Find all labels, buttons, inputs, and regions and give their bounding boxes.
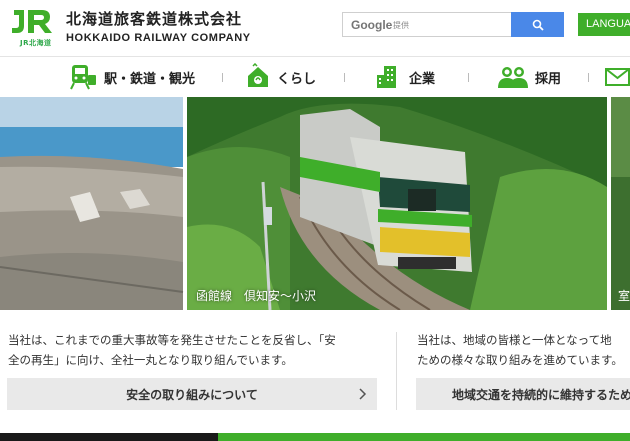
search-input[interactable]: Google 提供 <box>342 12 512 37</box>
company-name-en: HOKKAIDO RAILWAY COMPANY <box>66 32 251 44</box>
language-button[interactable]: LANGUAGE <box>578 13 630 36</box>
button-label: 安全の取り組みについて <box>126 387 258 402</box>
regional-card: 当社は、地域の皆様と一体となって地 ための様々な取り組みを進めています。 <box>417 330 623 370</box>
nav-item-living[interactable]: くらし <box>245 57 316 97</box>
logo-subtext: JR北海道 <box>20 39 52 47</box>
jr-hokkaido-logo[interactable]: JR北海道 <box>10 6 60 47</box>
company-name-ja: 北海道旅客鉄道株式会社 <box>66 10 243 28</box>
global-nav: 駅・鉄道・観光 くらし 企業 採用 <box>0 56 630 96</box>
nav-item-recruit[interactable]: 採用 <box>497 57 561 97</box>
card-divider <box>396 332 397 410</box>
home-icon <box>248 63 268 87</box>
nav-divider <box>344 73 345 82</box>
hero-caption: 函館線 倶知安～小沢 <box>196 289 317 303</box>
nav-divider <box>222 73 223 82</box>
search-button[interactable] <box>511 12 564 37</box>
jr-logo-mark <box>12 10 52 33</box>
nav-item-station-railway-tourism[interactable]: 駅・鉄道・観光 <box>68 57 195 97</box>
search-icon <box>532 19 544 31</box>
company-name[interactable]: 北海道旅客鉄道株式会社 HOKKAIDO RAILWAY COMPANY <box>66 8 251 44</box>
card-text-line: 当社は、地域の皆様と一体となって地 <box>417 333 612 347</box>
nav-label: 駅・鉄道・観光 <box>104 71 196 87</box>
card-text-line: ための様々な取り組みを進めています。 <box>417 353 623 367</box>
mail-icon <box>605 68 630 86</box>
regional-transport-button[interactable]: 地域交通を持続的に維持するため <box>416 378 630 410</box>
safety-initiatives-button[interactable]: 安全の取り組みについて <box>7 378 377 410</box>
site-search: Google 提供 <box>342 12 564 37</box>
people-icon <box>498 67 528 88</box>
card-text-line: 全の再生」に向け、全社一丸となり取り組んでいます。 <box>8 353 293 367</box>
button-label: 地域交通を持続的に維持するため <box>452 387 630 402</box>
nav-label: 企業 <box>409 71 436 87</box>
site-header: JR北海道 北海道旅客鉄道株式会社 HOKKAIDO RAILWAY COMPA… <box>0 0 630 56</box>
building-icon <box>377 66 396 88</box>
nav-divider <box>468 73 469 82</box>
nav-label: くらし <box>277 71 317 87</box>
train-slide-image <box>187 97 607 310</box>
nav-label: 採用 <box>535 71 562 87</box>
search-provided-label: 提供 <box>393 21 409 30</box>
hero-image <box>0 97 630 310</box>
google-brand: Google <box>351 18 393 32</box>
chevron-right-icon <box>359 388 367 400</box>
hero-caption-next: 室 <box>618 289 630 303</box>
safety-card: 当社は、これまでの重大事故等を発生させたことを反省し、「安 全の再生」に向け、全… <box>8 330 336 370</box>
coast-slide-image <box>0 97 184 310</box>
footer-bar-accent <box>218 433 630 441</box>
nav-item-company[interactable]: 企業 <box>375 57 435 97</box>
hero-carousel[interactable] <box>0 97 630 310</box>
card-text-line: 当社は、これまでの重大事故等を発生させたことを反省し、「安 <box>8 333 336 347</box>
next-slide-image <box>611 97 630 310</box>
nav-divider <box>588 73 589 82</box>
nav-item-contact[interactable] <box>605 57 630 97</box>
train-icon <box>70 65 96 90</box>
